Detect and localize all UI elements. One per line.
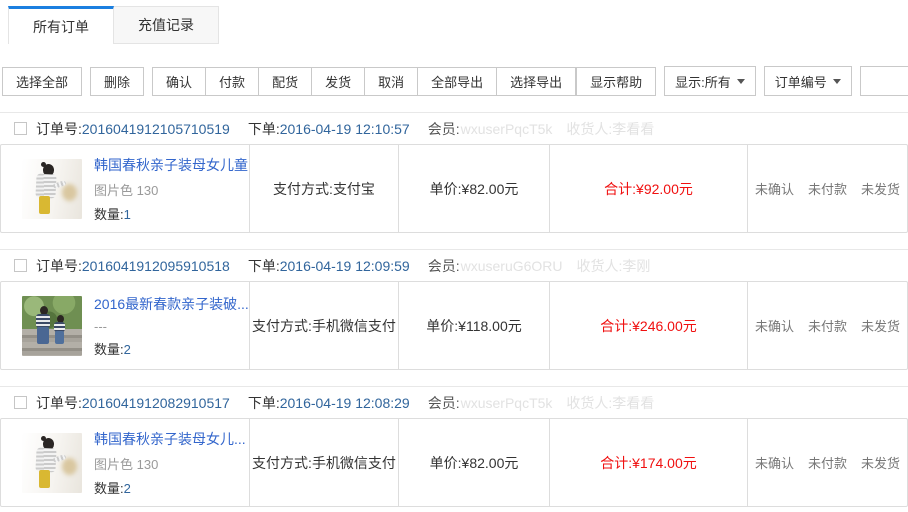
unit-price-cell: 单价:¥82.00元 [398,419,549,506]
delete-button[interactable]: 删除 [90,67,144,96]
product-qty: 数量:2 [94,339,249,358]
member-value: wxuserPqcT5k 收货人:李看看 [461,119,655,139]
status-cell: 未确认 未付款 未发货 [747,419,907,506]
placed-label: 下单: [248,393,280,413]
product-info: 韩国春秋亲子装母女儿童... 图片色 130 数量:1 [94,155,249,223]
order-header: 订单号:2016041912105710519 下单:2016-04-19 12… [0,113,908,144]
order-row: 2016最新春款亲子装破... --- 数量:2 支付方式:手机微信支付 单价:… [0,281,908,370]
order-checkbox[interactable] [14,259,27,272]
confirm-status: 未确认 [755,316,794,335]
product-cell: 韩国春秋亲子装母女儿童... 图片色 130 数量:1 [1,145,249,232]
unit-price-cell: 单价:¥82.00元 [398,145,549,232]
order-block: 订单号:2016041912095910518 下单:2016-04-19 12… [0,249,908,370]
order-row: 韩国春秋亲子装母女儿童... 图片色 130 数量:1 支付方式:支付宝 单价:… [0,144,908,233]
confirm-status: 未确认 [755,453,794,472]
shipping-status: 未发货 [861,316,900,335]
confirm-status: 未确认 [755,179,794,198]
shipping-status: 未发货 [861,179,900,198]
member-value: wxuseruG6ORU 收货人:李刚 [461,256,651,276]
order-number-filter-label: 订单编号 [775,72,827,91]
total-cell: 合计:¥174.00元 [549,419,747,506]
unit-price-cell: 单价:¥118.00元 [398,282,549,369]
show-filter-dropdown[interactable]: 显示:所有 [664,66,756,96]
product-variant: 图片色 130 [94,454,246,473]
select-all-button[interactable]: 选择全部 [2,67,82,96]
show-help-button[interactable]: 显示帮助 [576,67,656,96]
order-checkbox[interactable] [14,122,27,135]
export-selected-button[interactable]: 选择导出 [496,67,576,96]
tab-bar: 所有订单 充值记录 [0,5,908,44]
action-button-group: 确认 付款 配货 发货 取消 全部导出 选择导出 [152,67,576,96]
shipping-status: 未发货 [861,453,900,472]
product-title-link[interactable]: 韩国春秋亲子装母女儿童... [94,155,249,175]
product-cell: 2016最新春款亲子装破... --- 数量:2 [1,282,249,369]
product-title-link[interactable]: 韩国春秋亲子装母女儿... [94,429,246,449]
product-photo[interactable] [22,296,82,356]
tab-recharge-records[interactable]: 充值记录 [114,6,219,44]
status-cell: 未确认 未付款 未发货 [747,145,907,232]
toolbar-filters: 显示:所有 订单编号 [656,66,908,96]
toolbar: 选择全部 删除 确认 付款 配货 发货 取消 全部导出 选择导出 显示帮助 显示… [0,66,908,96]
product-photo[interactable] [22,433,82,493]
total-cell: 合计:¥246.00元 [549,282,747,369]
order-no-label: 订单号: [36,119,82,139]
allocate-button[interactable]: 配货 [258,67,312,96]
product-info: 2016最新春款亲子装破... --- 数量:2 [94,294,249,358]
ship-button[interactable]: 发货 [311,67,365,96]
pay-button[interactable]: 付款 [205,67,259,96]
order-search-input[interactable] [860,66,908,96]
product-variant: 图片色 130 [94,180,249,199]
product-qty: 数量:2 [94,478,246,497]
product-photo[interactable] [22,159,82,219]
order-checkbox[interactable] [14,396,27,409]
payment-cell: 支付方式:支付宝 [249,145,398,232]
order-row: 韩国春秋亲子装母女儿... 图片色 130 数量:2 支付方式:手机微信支付 单… [0,418,908,507]
payment-status: 未付款 [808,316,847,335]
payment-status: 未付款 [808,179,847,198]
placed-label: 下单: [248,256,280,276]
confirm-button[interactable]: 确认 [152,67,206,96]
placed-label: 下单: [248,119,280,139]
member-label: 会员: [428,393,460,413]
show-filter-label: 显示:所有 [675,72,731,91]
order-no-value: 2016041912105710519 [82,121,230,137]
order-no-value: 2016041912082910517 [82,395,230,411]
status-cell: 未确认 未付款 未发货 [747,282,907,369]
product-info: 韩国春秋亲子装母女儿... 图片色 130 数量:2 [94,429,246,497]
payment-cell: 支付方式:手机微信支付 [249,419,398,506]
placed-value: 2016-04-19 12:09:59 [280,258,410,274]
product-title-link[interactable]: 2016最新春款亲子装破... [94,294,249,314]
placed-value: 2016-04-19 12:08:29 [280,395,410,411]
placed-value: 2016-04-19 12:10:57 [280,121,410,137]
product-cell: 韩国春秋亲子装母女儿... 图片色 130 数量:2 [1,419,249,506]
payment-status: 未付款 [808,453,847,472]
export-all-button[interactable]: 全部导出 [417,67,497,96]
order-no-label: 订单号: [36,393,82,413]
chevron-down-icon [737,79,745,84]
product-variant: --- [94,319,249,334]
cancel-button[interactable]: 取消 [364,67,418,96]
payment-cell: 支付方式:手机微信支付 [249,282,398,369]
chevron-down-icon [833,79,841,84]
order-header: 订单号:2016041912095910518 下单:2016-04-19 12… [0,250,908,281]
order-number-filter-dropdown[interactable]: 订单编号 [764,66,852,96]
member-label: 会员: [428,119,460,139]
tab-all-orders[interactable]: 所有订单 [8,6,114,44]
product-qty: 数量:1 [94,204,249,223]
order-header: 订单号:2016041912082910517 下单:2016-04-19 12… [0,387,908,418]
order-block: 订单号:2016041912082910517 下单:2016-04-19 12… [0,386,908,507]
order-no-value: 2016041912095910518 [82,258,230,274]
total-cell: 合计:¥92.00元 [549,145,747,232]
member-value: wxuserPqcT5k 收货人:李看看 [461,393,655,413]
order-block: 订单号:2016041912105710519 下单:2016-04-19 12… [0,112,908,233]
member-label: 会员: [428,256,460,276]
order-no-label: 订单号: [36,256,82,276]
